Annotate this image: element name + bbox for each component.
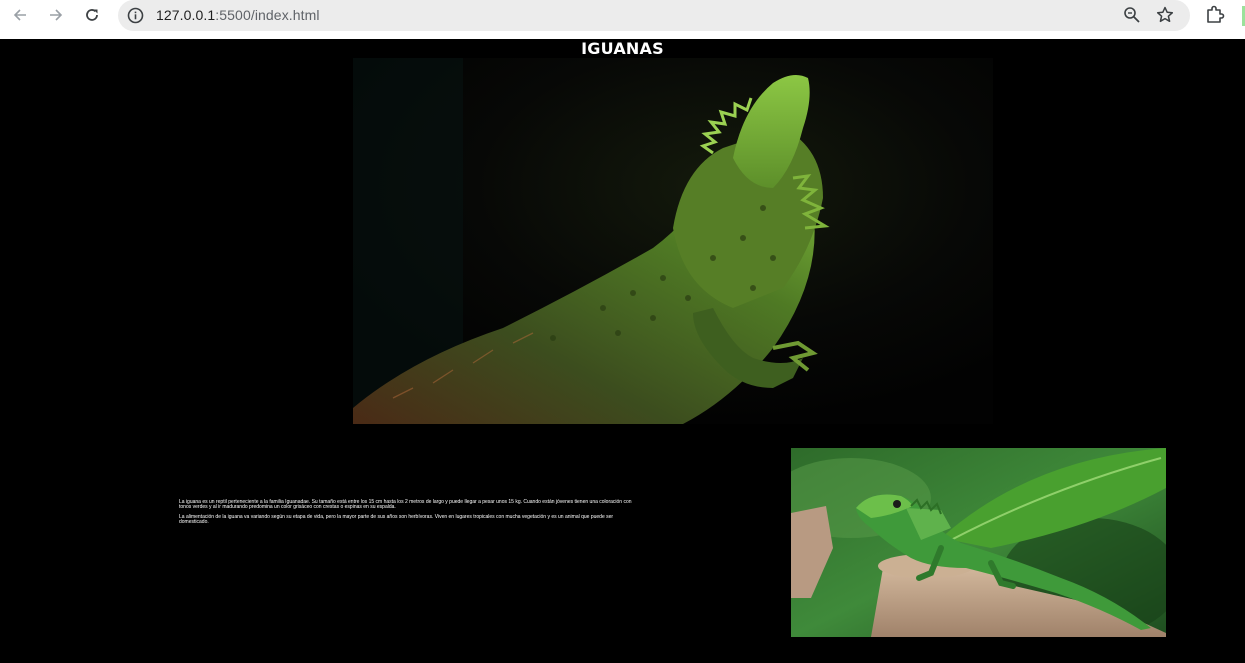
url-path: :5500/index.html [215, 7, 320, 23]
description-paragraph-1: La iguana es un reptil perteneciente a l… [179, 499, 632, 511]
browser-toolbar: 127.0.0.1:5500/index.html [0, 0, 1245, 39]
reload-icon[interactable] [80, 4, 104, 26]
address-bar[interactable]: 127.0.0.1:5500/index.html [118, 0, 1190, 31]
page-content: IGUANAS La iguana es un reptil perteneci… [0, 39, 1245, 663]
back-arrow-icon[interactable] [8, 4, 32, 26]
forward-arrow-icon[interactable] [44, 4, 68, 26]
info-icon[interactable] [126, 6, 145, 25]
url-host: 127.0.0.1 [156, 7, 216, 23]
page-title: IGUANAS [581, 39, 664, 58]
bearded-dragon-image [353, 58, 993, 424]
description-paragraph-2: La alimentación de la iguana va variando… [179, 513, 614, 525]
url-text[interactable]: 127.0.0.1:5500/index.html [156, 7, 320, 23]
star-icon[interactable] [1155, 5, 1175, 30]
zoom-icon[interactable] [1122, 5, 1142, 30]
extensions-icon[interactable] [1204, 4, 1226, 31]
description: La iguana es un reptil perteneciente a l… [179, 499, 639, 529]
green-iguana-image [791, 448, 1166, 637]
